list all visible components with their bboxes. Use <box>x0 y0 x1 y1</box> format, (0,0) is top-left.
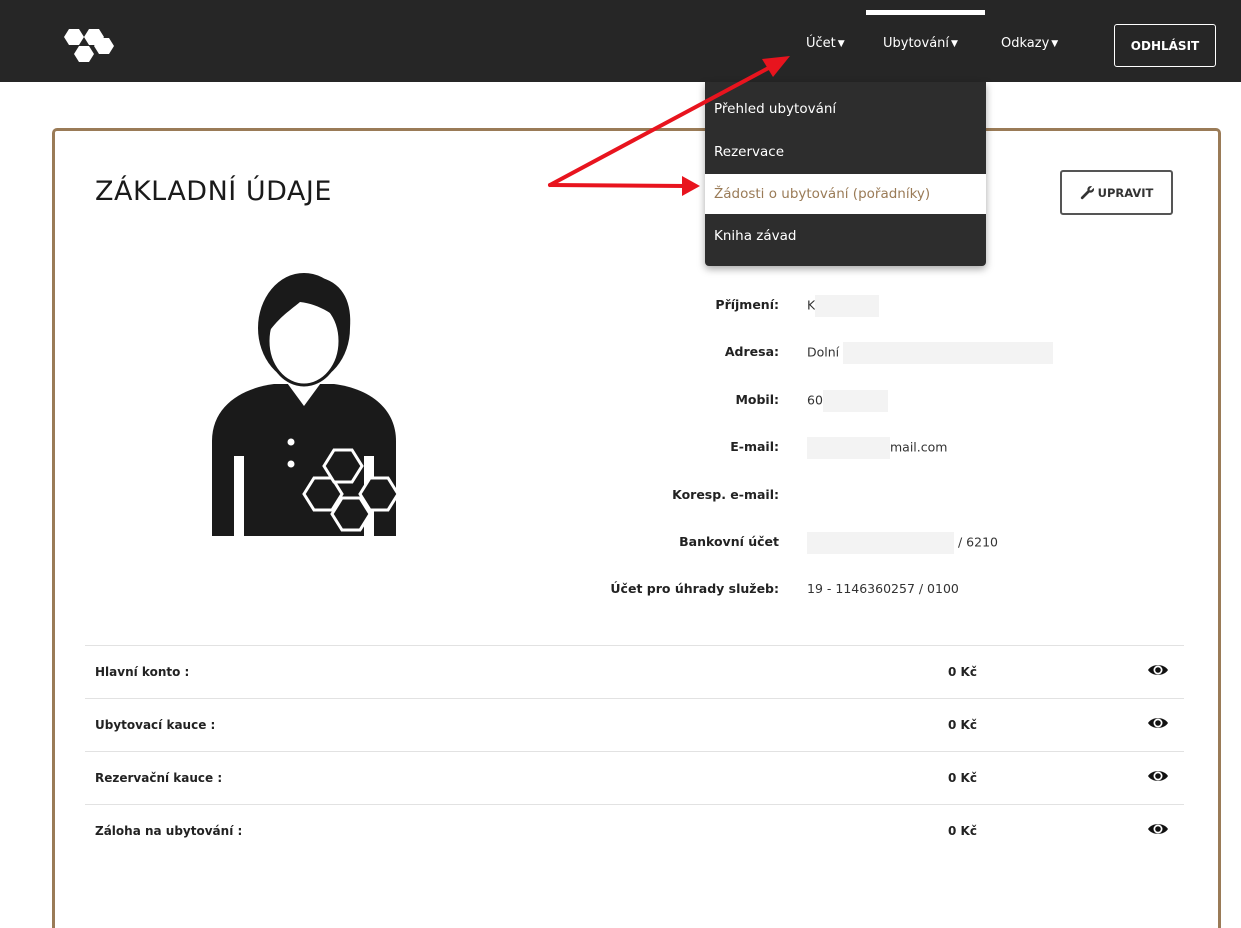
honeycomb-logo-icon[interactable] <box>58 24 120 64</box>
address-value: Dolní <box>807 342 1054 364</box>
ledger-row: Rezervační kauce : 0 Kč <box>85 751 1184 804</box>
nav-accommodation-label: Ubytování <box>883 36 950 51</box>
mobile-value: 60 <box>807 390 888 412</box>
ledger-row: Hlavní konto : 0 Kč <box>85 645 1184 698</box>
address-label: Adresa: <box>724 344 779 359</box>
edit-button-label: UPRAVIT <box>1097 185 1154 200</box>
mobile-label: Mobil: <box>735 392 779 407</box>
ledger-row: Ubytovací kauce : 0 Kč <box>85 698 1184 751</box>
services-account-label: Účet pro úhrady služeb: <box>610 581 779 596</box>
surname-label: Příjmení: <box>715 297 779 312</box>
bank-account-value: / 6210 <box>807 532 998 554</box>
eye-icon[interactable] <box>1147 715 1169 731</box>
nav-links-label: Odkazy <box>1001 36 1050 51</box>
ledger-amount: 0 Kč <box>948 718 977 732</box>
menu-item-reservations[interactable]: Rezervace <box>705 132 986 172</box>
email-label: E-mail: <box>730 439 779 454</box>
correspondence-email-label: Koresp. e-mail: <box>672 487 779 502</box>
ledger-amount: 0 Kč <box>948 771 977 785</box>
edit-button[interactable]: UPRAVIT <box>1060 170 1173 215</box>
user-avatar-icon <box>212 273 400 536</box>
caret-down-icon: ▼ <box>1051 39 1059 49</box>
ledger-row: Záloha na ubytování : 0 Kč <box>85 804 1184 857</box>
services-account-value: 19 - 1146360257 / 0100 <box>807 581 959 596</box>
nav-links[interactable]: Odkazy ▼ <box>1001 36 1058 51</box>
caret-down-icon: ▼ <box>951 39 958 49</box>
nav-active-indicator <box>866 10 985 15</box>
nav-account[interactable]: Účet ▼ <box>806 36 845 51</box>
menu-item-accommodation-requests[interactable]: Žádosti o ubytování (pořadníky) <box>705 174 986 214</box>
ledger-amount: 0 Kč <box>948 824 977 838</box>
eye-icon[interactable] <box>1147 768 1169 784</box>
ledger-name: Záloha na ubytování : <box>95 824 243 838</box>
email-value: mail.com <box>807 437 947 459</box>
surname-value: K <box>807 295 880 317</box>
ledger-amount: 0 Kč <box>948 665 977 679</box>
eye-icon[interactable] <box>1147 662 1169 678</box>
menu-item-accommodation-overview[interactable]: Přehled ubytování <box>705 89 986 129</box>
wrench-icon <box>1080 186 1094 200</box>
eye-icon[interactable] <box>1147 821 1169 837</box>
page-title: ZÁKLADNÍ ÚDAJE <box>95 176 332 207</box>
ledger-name: Ubytovací kauce : <box>95 718 216 732</box>
ledger-name: Rezervační kauce : <box>95 771 223 785</box>
menu-item-defects-book[interactable]: Kniha závad <box>705 216 986 256</box>
logout-button[interactable]: ODHLÁSIT <box>1114 24 1216 67</box>
accommodation-dropdown-menu: Přehled ubytování Rezervace Žádosti o ub… <box>705 82 986 266</box>
bank-account-label: Bankovní účet <box>679 534 779 549</box>
nav-accommodation[interactable]: Ubytování ▼ <box>883 36 958 51</box>
caret-down-icon: ▼ <box>837 39 845 49</box>
top-navbar: Účet ▼ Ubytování ▼ Odkazy ▼ ODHLÁSIT <box>0 0 1241 82</box>
nav-account-label: Účet <box>806 36 836 51</box>
ledger-name: Hlavní konto : <box>95 665 190 679</box>
